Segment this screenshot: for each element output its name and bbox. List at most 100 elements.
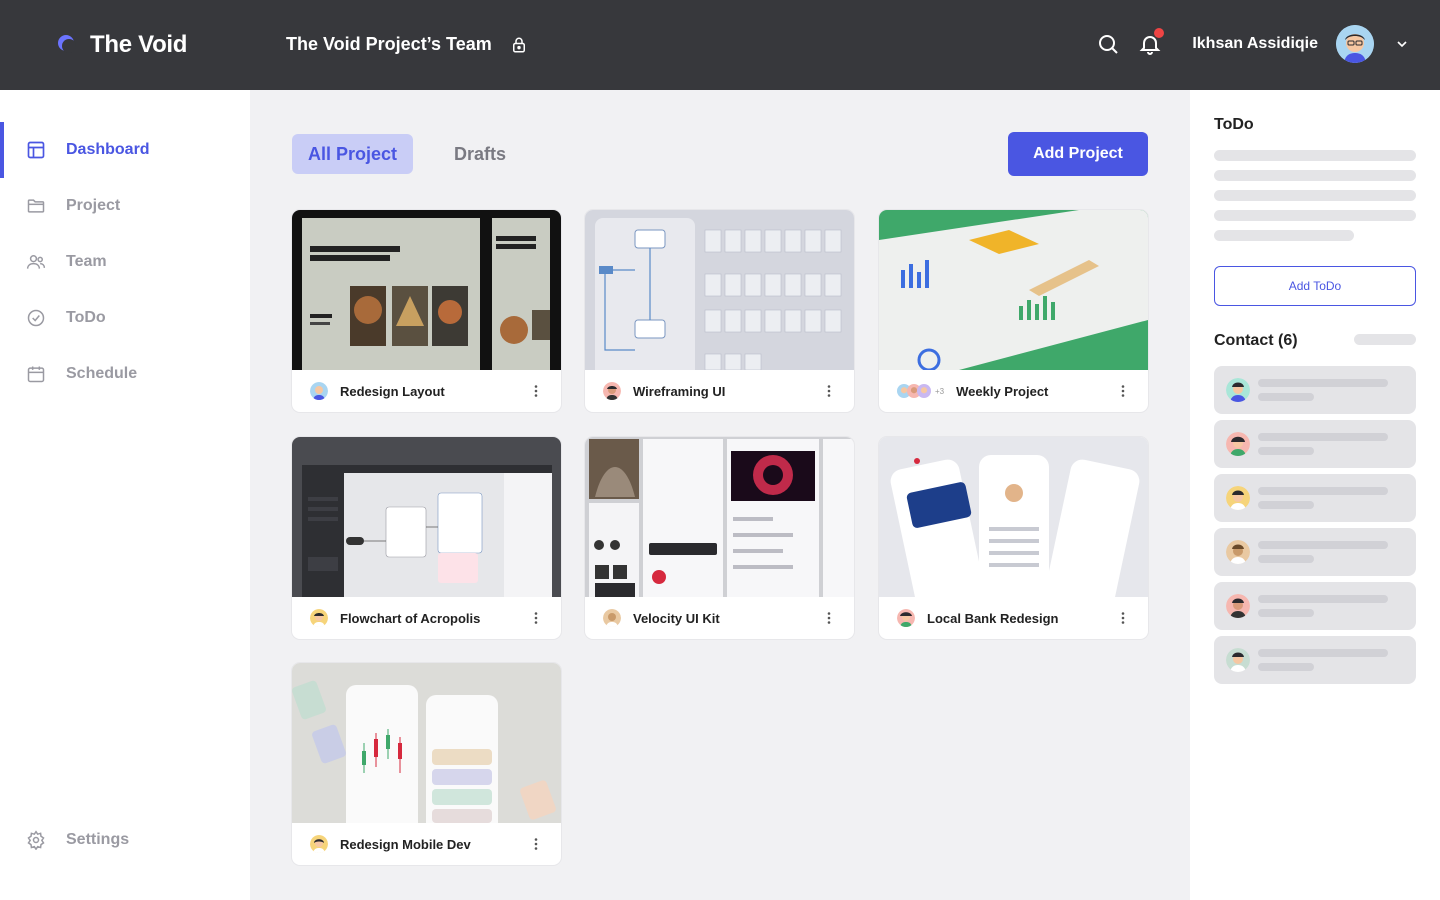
project-thumbnail — [879, 437, 1148, 597]
brand-name: The Void — [90, 31, 188, 58]
sidebar-item-settings[interactable]: Settings — [0, 812, 250, 868]
project-card[interactable]: Velocity UI Kit — [585, 437, 854, 639]
top-bar: The Void The Void Project’s Team Ikhsan … — [0, 0, 1440, 90]
more-vertical-icon[interactable] — [1116, 384, 1130, 398]
todo-skeleton-line — [1214, 190, 1416, 201]
todo-skeleton-line — [1214, 150, 1416, 161]
right-panel: ToDo Add ToDo Contact (6) — [1190, 90, 1440, 900]
sidebar-item-label: Team — [66, 253, 107, 270]
contact-item[interactable] — [1214, 636, 1416, 684]
member-avatar-icon — [603, 382, 621, 400]
project-card[interactable]: Redesign Mobile Dev — [292, 663, 561, 865]
project-card-footer: Velocity UI Kit — [585, 597, 854, 639]
more-vertical-icon[interactable] — [822, 611, 836, 625]
project-title: Local Bank Redesign — [927, 610, 1059, 626]
project-card-footer: +3 Weekly Project — [879, 370, 1148, 412]
brand[interactable]: The Void — [58, 31, 187, 59]
contact-name-skeleton — [1258, 595, 1388, 603]
project-title: Redesign Mobile Dev — [340, 836, 471, 852]
brand-logo-icon — [58, 35, 78, 55]
add-todo-button[interactable]: Add ToDo — [1214, 266, 1416, 306]
team-name: The Void Project’s Team — [286, 34, 492, 54]
contact-item[interactable] — [1214, 420, 1416, 468]
tab-all-project[interactable]: All Project — [292, 134, 414, 174]
project-title: Weekly Project — [956, 383, 1049, 399]
calendar-icon — [27, 366, 45, 383]
todo-skeleton-line — [1214, 230, 1354, 241]
member-avatar-group: +3 — [897, 384, 944, 398]
contact-title: Contact (6) — [1214, 332, 1298, 349]
project-title: Flowchart of Acropolis — [340, 610, 481, 626]
extra-members-count: +3 — [935, 386, 945, 396]
contact-avatar-icon — [1226, 486, 1250, 510]
user-name[interactable]: Ikhsan Assidiqie — [1192, 35, 1318, 53]
contact-avatar-icon — [1226, 540, 1250, 564]
search-icon[interactable] — [1096, 32, 1120, 56]
project-title: Wireframing UI — [633, 383, 726, 399]
member-avatar-icon — [310, 609, 328, 627]
folder-icon — [27, 199, 45, 213]
top-right-controls: Ikhsan Assidiqie — [1096, 25, 1410, 63]
contact-avatar-icon — [1226, 594, 1250, 618]
project-card-footer: Wireframing UI — [585, 370, 854, 412]
contact-detail-skeleton — [1258, 663, 1314, 671]
add-project-button[interactable]: Add Project — [1008, 132, 1148, 176]
notification-button[interactable] — [1138, 28, 1165, 56]
project-title: Redesign Layout — [340, 383, 445, 399]
contact-detail-skeleton — [1258, 447, 1314, 455]
contact-item[interactable] — [1214, 474, 1416, 522]
contact-avatar-icon — [1226, 432, 1250, 456]
contact-name-skeleton — [1258, 379, 1388, 387]
check-circle-icon — [27, 309, 45, 327]
contact-item[interactable] — [1214, 366, 1416, 414]
sidebar-item-label: Project — [66, 197, 121, 214]
tab-drafts[interactable]: Drafts — [438, 134, 522, 174]
project-card[interactable]: Wireframing UI — [585, 210, 854, 412]
contact-item[interactable] — [1214, 528, 1416, 576]
team-selector[interactable]: The Void Project’s Team — [286, 34, 528, 55]
todo-skeleton-line — [1214, 170, 1416, 181]
notification-dot — [1154, 28, 1165, 38]
project-card[interactable]: +3 Weekly Project — [879, 210, 1148, 412]
chevron-down-icon[interactable] — [1394, 36, 1410, 52]
project-thumbnail — [292, 210, 561, 370]
sidebar-item-label: Schedule — [66, 365, 138, 382]
contact-skeleton-line — [1354, 334, 1416, 345]
sidebar-item-todo[interactable]: ToDo — [0, 290, 250, 346]
todo-skeleton-line — [1214, 210, 1416, 221]
more-vertical-icon[interactable] — [529, 611, 543, 625]
contact-name-skeleton — [1258, 541, 1388, 549]
user-avatar-icon — [1336, 25, 1374, 63]
lock-icon — [512, 37, 525, 52]
sidebar-item-dashboard[interactable]: Dashboard — [0, 122, 250, 178]
project-thumbnail — [585, 437, 854, 597]
contact-avatar-icon — [1226, 648, 1250, 672]
project-card[interactable]: Flowchart of Acropolis — [292, 437, 561, 639]
sidebar-item-team[interactable]: Team — [0, 234, 250, 290]
project-thumbnail — [292, 437, 561, 597]
contact-detail-skeleton — [1258, 393, 1314, 401]
member-avatar-icon — [917, 384, 931, 398]
more-vertical-icon[interactable] — [529, 384, 543, 398]
dashboard-icon — [27, 141, 45, 159]
contact-item[interactable] — [1214, 582, 1416, 630]
sidebar-item-project[interactable]: Project — [0, 178, 250, 234]
sidebar-item-label: ToDo — [66, 309, 106, 326]
more-vertical-icon[interactable] — [822, 384, 836, 398]
contact-name-skeleton — [1258, 433, 1388, 441]
project-card-footer: Redesign Layout — [292, 370, 561, 412]
more-vertical-icon[interactable] — [529, 837, 543, 851]
contact-avatar-icon — [1226, 378, 1250, 402]
member-avatar-icon — [603, 609, 621, 627]
todo-title: ToDo — [1214, 116, 1254, 133]
user-avatar[interactable] — [1336, 25, 1374, 63]
contact-name-skeleton — [1258, 487, 1388, 495]
project-card[interactable]: Local Bank Redesign — [879, 437, 1148, 639]
sidebar-item-schedule[interactable]: Schedule — [0, 346, 250, 402]
more-vertical-icon[interactable] — [1116, 611, 1130, 625]
contact-detail-skeleton — [1258, 555, 1314, 563]
project-thumbnail — [585, 210, 854, 370]
project-card[interactable]: Redesign Layout — [292, 210, 561, 412]
contact-name-skeleton — [1258, 649, 1388, 657]
member-avatar-icon — [310, 835, 328, 853]
